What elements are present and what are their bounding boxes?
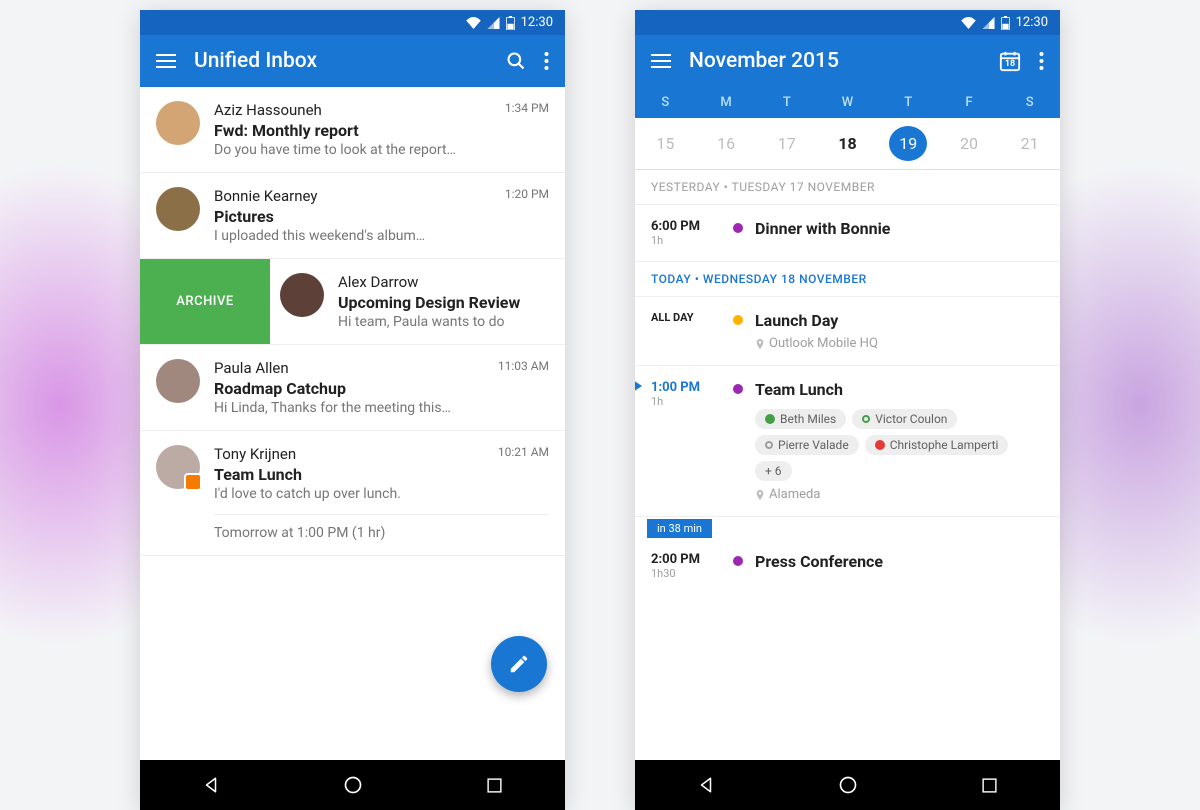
nav-bar xyxy=(140,760,565,810)
overflow-icon[interactable] xyxy=(544,52,549,70)
event-dot xyxy=(733,384,743,394)
inbox-content: Aziz Hassouneh 1:34 PM Fwd: Monthly report… xyxy=(140,87,565,760)
event-dot xyxy=(733,556,743,566)
home-icon[interactable] xyxy=(343,775,363,795)
subject: Roadmap Catchup xyxy=(214,379,549,398)
hamburger-icon[interactable] xyxy=(156,54,176,68)
sender: Bonnie Kearney xyxy=(214,187,317,205)
event-item[interactable]: 2:00 PM1h30Press Conference xyxy=(635,538,1060,584)
attendee-chip: Victor Coulon xyxy=(852,409,957,429)
avatar xyxy=(156,359,200,403)
phone-calendar: 12:30 November 2015 18 SMTWTFS 151617181… xyxy=(635,10,1060,810)
agenda-list[interactable]: YESTERDAY • TUESDAY 17 NOVEMBER 6:00 PM1… xyxy=(635,170,1060,760)
wifi-icon xyxy=(466,17,481,29)
time: 1:34 PM xyxy=(505,101,549,119)
email-item-swiped[interactable]: ARCHIVE Alex Darrow Upcoming Design Review… xyxy=(140,259,565,345)
preview: Hi team, Paula wants to do xyxy=(338,314,555,330)
calendar-badge-icon xyxy=(184,473,202,491)
avatar xyxy=(156,445,200,489)
date-cell[interactable]: 17 xyxy=(756,118,817,169)
attendee-more: + 6 xyxy=(755,461,792,481)
battery-icon xyxy=(1001,16,1010,30)
now-indicator-icon xyxy=(635,380,642,392)
date-picker-row[interactable]: 15161718192021 xyxy=(635,118,1060,170)
time: 11:03 AM xyxy=(498,359,549,377)
email-list[interactable]: Aziz Hassouneh 1:34 PM Fwd: Monthly report… xyxy=(140,87,565,556)
status-time: 12:30 xyxy=(521,15,553,30)
cell-icon xyxy=(982,17,995,29)
hamburger-icon[interactable] xyxy=(651,54,671,68)
wifi-icon xyxy=(961,17,976,29)
back-icon[interactable] xyxy=(202,776,220,794)
nav-bar xyxy=(635,760,1060,810)
event-location: Outlook Mobile HQ xyxy=(755,336,1044,351)
calendar-title: November 2015 xyxy=(689,49,981,73)
event-item[interactable]: ALL DAYLaunch DayOutlook Mobile HQ xyxy=(635,297,1060,366)
status-bar: 12:30 xyxy=(635,10,1060,35)
subject: Fwd: Monthly report xyxy=(214,121,549,140)
date-cell[interactable]: 21 xyxy=(999,118,1060,169)
subject: Pictures xyxy=(214,207,549,226)
preview: I uploaded this weekend's album… xyxy=(214,228,549,244)
attendee-chips: Beth Miles Victor Coulon Pierre Valade C… xyxy=(755,409,1044,481)
section-header-today: TODAY • WEDNESDAY 18 NOVEMBER xyxy=(635,262,1060,297)
time: 1:20 PM xyxy=(505,187,549,205)
date-cell[interactable]: 15 xyxy=(635,118,696,169)
avatar xyxy=(156,187,200,231)
email-item[interactable]: Bonnie Kearney 1:20 PM Pictures I uploaded … xyxy=(140,173,565,259)
subject: Team Lunch xyxy=(214,465,549,484)
attendee-chip: Christophe Lamperti xyxy=(865,435,1009,455)
avatar xyxy=(156,101,200,145)
calendar-info: Tomorrow at 1:00 PM (1 hr) xyxy=(214,514,549,541)
status-time: 12:30 xyxy=(1016,15,1048,30)
status-bar: 12:30 xyxy=(140,10,565,35)
archive-action[interactable]: ARCHIVE xyxy=(140,259,270,344)
sender: Tony Krijnen xyxy=(214,445,296,463)
recent-icon[interactable] xyxy=(486,777,503,794)
section-header: YESTERDAY • TUESDAY 17 NOVEMBER xyxy=(635,170,1060,205)
sender: Paula Allen xyxy=(214,359,289,377)
sender: Aziz Hassouneh xyxy=(214,101,322,119)
event-dot xyxy=(733,315,743,325)
app-bar: November 2015 18 xyxy=(635,35,1060,87)
back-icon[interactable] xyxy=(697,776,715,794)
app-bar: Unified Inbox xyxy=(140,35,565,87)
attendee-chip: Pierre Valade xyxy=(755,435,859,455)
time: 10:21 AM xyxy=(498,445,549,463)
attendee-chip: Beth Miles xyxy=(755,409,846,429)
overflow-icon[interactable] xyxy=(1039,52,1044,70)
date-cell[interactable]: 20 xyxy=(939,118,1000,169)
event-dot xyxy=(733,223,743,233)
search-icon[interactable] xyxy=(506,51,526,71)
inbox-title: Unified Inbox xyxy=(194,49,488,73)
email-item[interactable]: Aziz Hassouneh 1:34 PM Fwd: Monthly report… xyxy=(140,87,565,173)
home-icon[interactable] xyxy=(838,775,858,795)
date-cell[interactable]: 16 xyxy=(696,118,757,169)
sender: Alex Darrow xyxy=(338,273,418,291)
preview: I'd love to catch up over lunch. xyxy=(214,486,549,502)
avatar xyxy=(280,273,324,317)
event-item-current[interactable]: 1:00 PM1hTeam Lunch Beth Miles Victor Co… xyxy=(635,366,1060,517)
phone-inbox: 12:30 Unified Inbox Aziz Hassouneh 1:34 P… xyxy=(140,10,565,810)
email-item[interactable]: Tony Krijnen 10:21 AM Team Lunch I'd love t… xyxy=(140,431,565,556)
countdown-badge: in 38 min xyxy=(647,519,712,538)
recent-icon[interactable] xyxy=(981,777,998,794)
event-item[interactable]: 6:00 PM1hDinner with Bonnie xyxy=(635,205,1060,262)
calendar-today-icon[interactable]: 18 xyxy=(999,50,1021,72)
event-location: Alameda xyxy=(755,487,1044,502)
battery-icon xyxy=(506,16,515,30)
compose-fab[interactable] xyxy=(491,636,547,692)
date-cell-today[interactable]: 18 xyxy=(817,118,878,169)
preview: Do you have time to look at the report… xyxy=(214,142,549,158)
subject: Upcoming Design Review xyxy=(338,293,555,312)
preview: Hi Linda, Thanks for the meeting this… xyxy=(214,400,549,416)
email-item[interactable]: Paula Allen 11:03 AM Roadmap Catchup Hi Lin… xyxy=(140,345,565,431)
weekday-header: SMTWTFS xyxy=(635,87,1060,118)
cell-icon xyxy=(487,17,500,29)
date-cell-selected[interactable]: 19 xyxy=(878,118,939,169)
